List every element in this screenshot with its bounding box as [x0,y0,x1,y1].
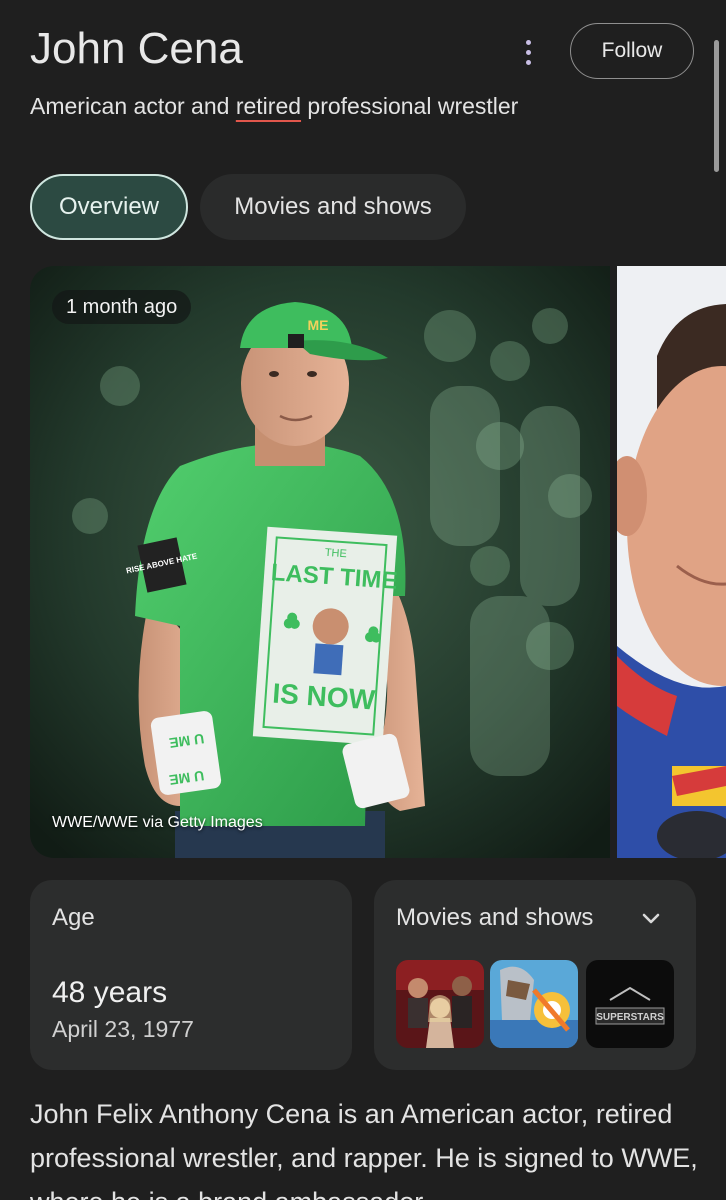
show-logo-image: SUPERSTARS [586,960,674,1048]
entity-subtitle: American actor and retired professional … [30,88,550,125]
movie-poster-image [490,960,578,1048]
subtitle-text: professional wrestler [301,93,519,119]
more-options-button[interactable] [510,34,546,70]
knowledge-panel: John Cena Follow American actor and reti… [0,0,726,1200]
photo-second[interactable] [617,266,726,858]
more-vert-icon [525,39,531,45]
more-vert-icon-dot [525,49,531,55]
wrestler-photo: THE LAST TIME IS NOW RISE ABOVE HATE ME [30,266,610,858]
page-title: John Cena [30,24,243,73]
more-vert-icon-dot [525,59,531,65]
movie-thumbnail[interactable]: SUPERSTARS [586,960,674,1048]
movie-thumbnail[interactable] [490,960,578,1048]
time-ago-badge: 1 month ago [52,290,192,324]
photo-main[interactable]: THE LAST TIME IS NOW RISE ABOVE HATE ME [30,266,610,858]
age-value: 48 years [52,976,168,1009]
scrollbar[interactable] [714,40,719,172]
follow-button[interactable]: Follow [570,23,694,79]
chevron-down-icon[interactable] [640,908,662,930]
show-logo-text: SUPERSTARS [596,1012,664,1023]
movies-card-label: Movies and shows [396,904,594,931]
age-label: Age [52,904,95,931]
tab-overview[interactable]: Overview [30,174,188,240]
subtitle-text: American actor and [30,93,236,119]
movie-poster-image [396,960,484,1048]
cap-logo-text: ME [308,317,329,333]
portrait-photo [617,266,726,858]
age-card: Age 48 years April 23, 1977 [30,880,352,1070]
entity-description: John Felix Anthony Cena is an American a… [30,1099,698,1200]
movies-and-shows-card[interactable]: Movies and shows SUPERSTARS [374,880,696,1070]
photo-credit: WWE/WWE via Getty Images [52,814,263,831]
birth-date: April 23, 1977 [52,1016,194,1042]
subtitle-underlined-word: retired [235,93,302,119]
shirt-text: THE [324,547,347,561]
movie-thumbnail[interactable] [396,960,484,1048]
tab-movies-and-shows[interactable]: Movies and shows [200,174,466,240]
